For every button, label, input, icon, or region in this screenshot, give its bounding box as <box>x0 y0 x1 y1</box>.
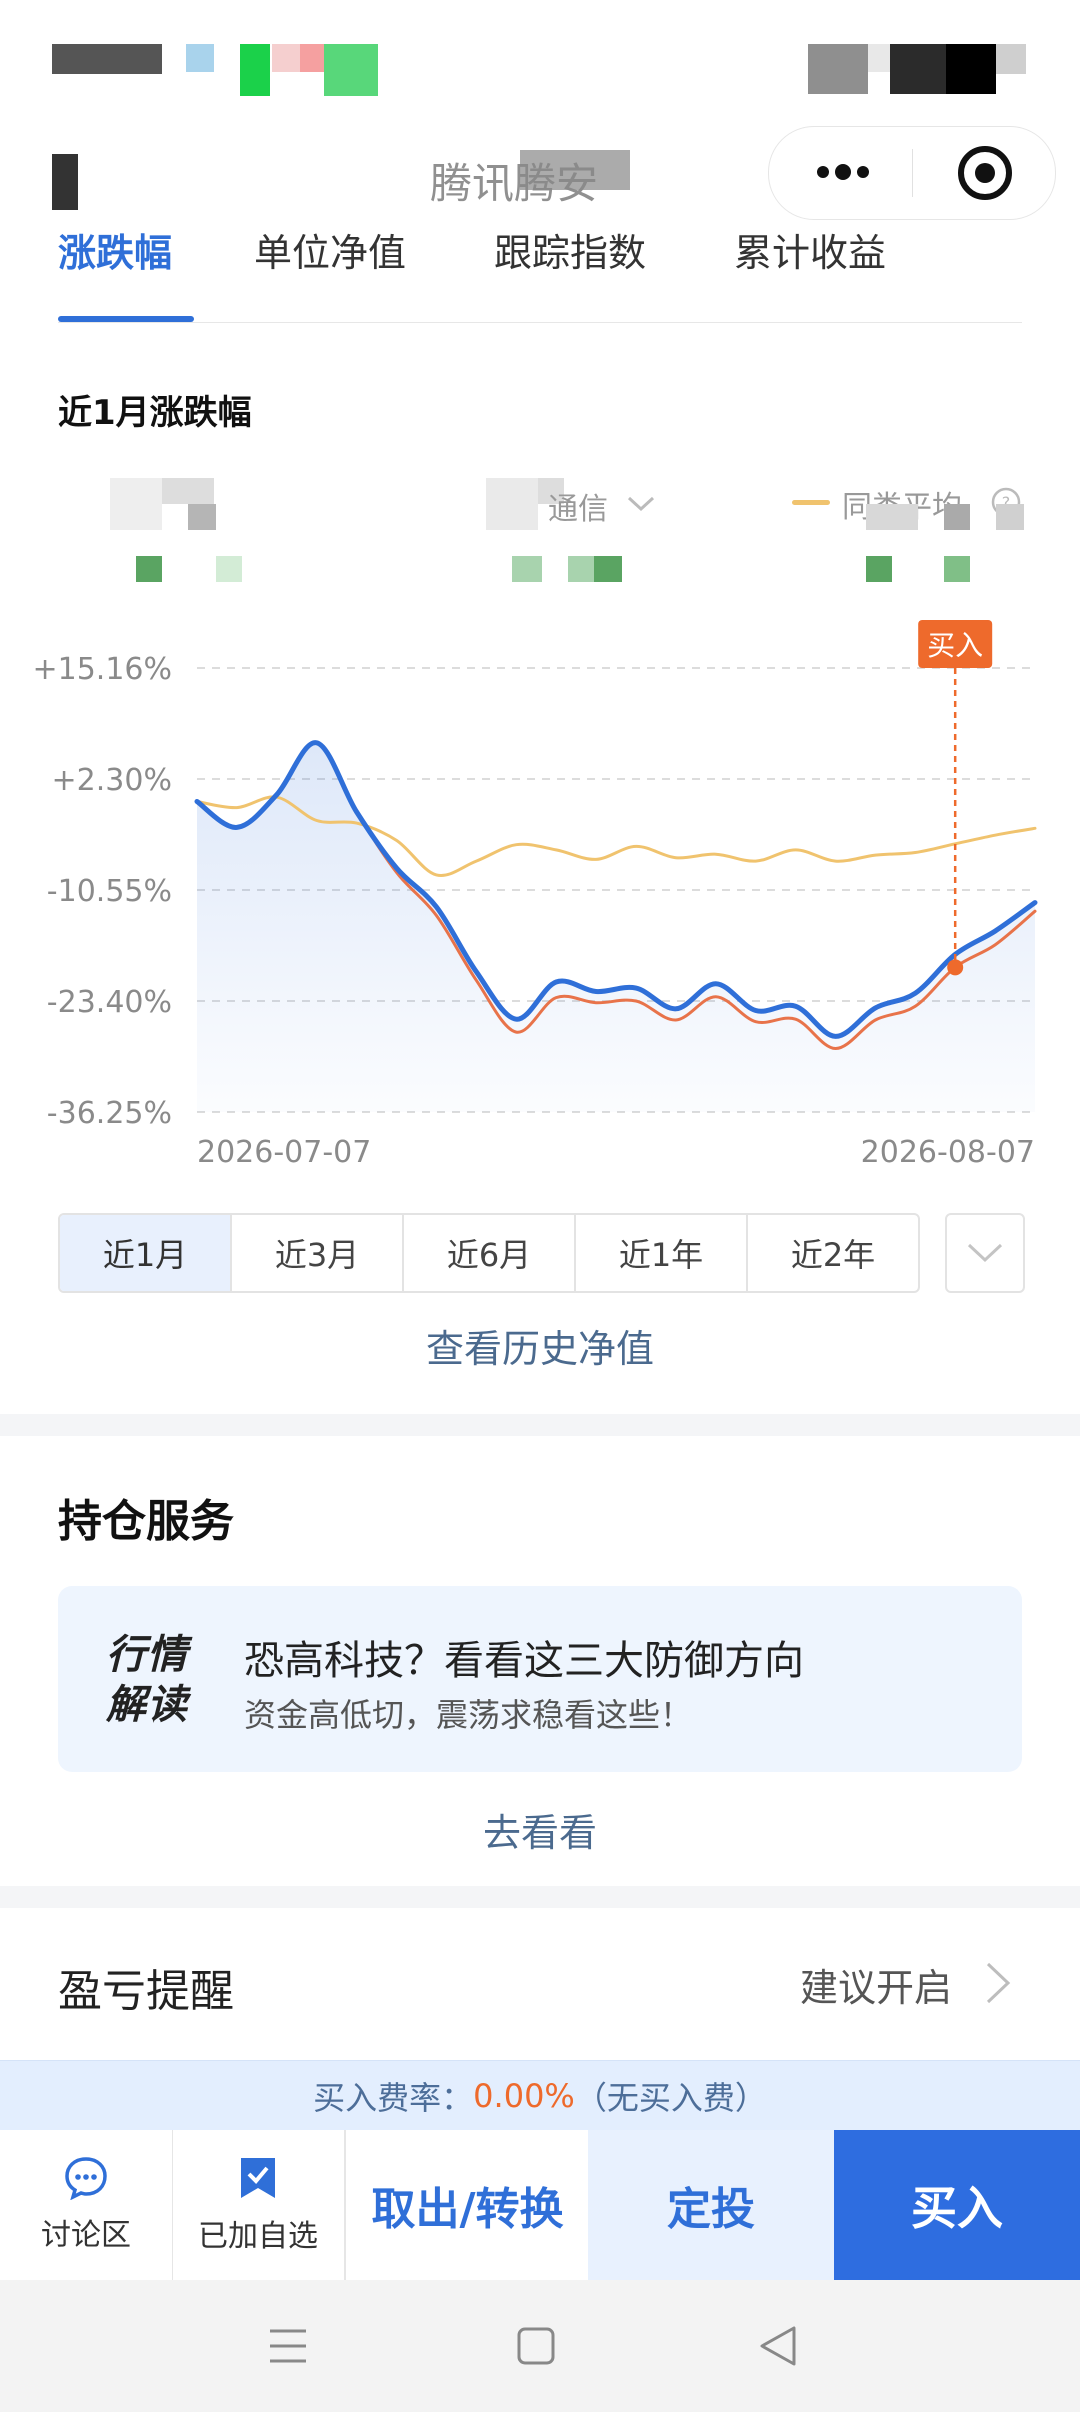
legend-blur <box>568 556 594 582</box>
watchlist-button[interactable]: 已加自选 <box>172 2130 345 2280</box>
chevron-down-icon <box>967 1243 1003 1263</box>
legend-blur <box>866 504 918 530</box>
system-nav-bar <box>0 2280 1080 2412</box>
capsule-divider <box>912 149 913 197</box>
discuss-label: 讨论区 <box>41 2218 131 2253</box>
legend-blur <box>594 556 622 582</box>
status-icon-blur <box>300 44 324 72</box>
status-battery-blur <box>996 44 1026 74</box>
discuss-button[interactable]: 讨论区 <box>0 2130 173 2280</box>
legend-blur <box>136 556 162 582</box>
profit-alert-value[interactable]: 建议开启 <box>800 1957 952 2012</box>
chart-title: 近1月涨跌幅 <box>58 393 252 433</box>
legend-swatch-average <box>792 500 830 505</box>
legend-blur <box>162 478 214 504</box>
period-6m[interactable]: 近6月 <box>404 1215 576 1291</box>
watchlist-label: 已加自选 <box>198 2219 318 2254</box>
y-tick-label: +15.16% <box>32 652 172 687</box>
period-2y[interactable]: 近2年 <box>748 1215 918 1291</box>
status-battery-blur <box>808 44 868 94</box>
auto-invest-button[interactable]: 定投 <box>588 2130 834 2280</box>
tab-tracking-index[interactable]: 跟踪指数 <box>494 222 646 277</box>
status-battery-blur <box>868 44 890 72</box>
back-icon[interactable] <box>52 154 78 210</box>
tab-change[interactable]: 涨跌幅 <box>58 222 172 277</box>
tab-cumulative-return[interactable]: 累计收益 <box>734 222 886 277</box>
y-tick-label: -23.40% <box>47 985 172 1020</box>
status-battery-blur <box>890 44 946 94</box>
more-periods-button[interactable] <box>945 1213 1025 1293</box>
legend-blur <box>486 478 538 530</box>
back-triangle-icon[interactable] <box>758 2324 798 2368</box>
y-tick-label: -10.55% <box>47 874 172 909</box>
promo-title: 恐高科技？看看这三大防御方向 <box>244 1638 804 1684</box>
legend-series-middle: 通信 <box>548 492 608 527</box>
buy-fee-bar: 买入费率： 0.00% （无买入费） <box>0 2060 1080 2131</box>
y-tick-label: -36.25% <box>47 1096 172 1131</box>
fee-prefix: 买入费率： <box>313 2079 474 2117</box>
legend-blur <box>512 556 542 582</box>
bookmark-check-icon <box>241 2158 275 2198</box>
legend-blur <box>944 504 970 530</box>
buy-marker-label: 买入 <box>927 629 983 662</box>
legend-blur <box>110 478 162 530</box>
legend-blur <box>216 556 242 582</box>
profit-alert-title[interactable]: 盈亏提醒 <box>58 1955 234 2019</box>
status-icon-blur <box>240 44 270 96</box>
legend-blur <box>866 556 892 582</box>
buy-marker-point[interactable] <box>947 959 964 976</box>
performance-chart[interactable]: +15.16% +2.30% -10.55% -23.40% -36.25% 买入 20… <box>0 610 1080 1170</box>
chevron-down-icon[interactable] <box>626 494 656 514</box>
period-selector: 近1月 近3月 近6月 近1年 近2年 <box>58 1213 920 1293</box>
x-tick-label: 2026-07-07 <box>197 1135 371 1170</box>
status-icon-blur <box>272 44 300 72</box>
fee-rate: 0.00% <box>473 2077 575 2115</box>
fee-suffix: （无买入费） <box>574 2079 767 2117</box>
go-see-link[interactable]: 去看看 <box>0 1802 1080 1857</box>
status-battery-blur <box>946 44 996 94</box>
period-3m[interactable]: 近3月 <box>232 1215 404 1291</box>
tab-unit-nav[interactable]: 单位净值 <box>254 222 406 277</box>
promo-subtitle: 资金高低切，震荡求稳看这些！ <box>244 1696 693 1734</box>
view-history-nav-link[interactable]: 查看历史净值 <box>0 1318 1080 1373</box>
chevron-right-icon[interactable] <box>982 1958 1016 2008</box>
close-miniprogram-icon[interactable] <box>953 141 1017 205</box>
section-gap <box>0 1414 1080 1436</box>
legend-blur <box>996 504 1024 530</box>
capsule-menu <box>768 126 1056 220</box>
y-tick-label: +2.30% <box>52 763 172 798</box>
chat-bubble-icon <box>65 2157 107 2200</box>
title-blur <box>520 150 630 190</box>
redeem-convert-button[interactable]: 取出/转换 <box>345 2130 589 2280</box>
more-icon[interactable] <box>815 157 871 187</box>
home-icon[interactable] <box>516 2326 556 2366</box>
market-insight-badge: 行情解读 <box>106 1632 188 1728</box>
x-tick-label: 2026-08-07 <box>861 1135 1035 1170</box>
legend-blur <box>188 504 216 530</box>
status-bar <box>0 0 1080 130</box>
legend-blur <box>944 556 970 582</box>
status-icon-blur <box>324 44 378 96</box>
tab-divider <box>58 322 1022 323</box>
period-1y[interactable]: 近1年 <box>576 1215 748 1291</box>
status-icon-blur <box>186 44 214 72</box>
buy-button[interactable]: 买入 <box>834 2130 1080 2280</box>
section-title-holding: 持仓服务 <box>58 1496 234 1547</box>
chart-area-fill <box>197 742 1035 1112</box>
menu-icon[interactable] <box>268 2328 308 2364</box>
section-gap <box>0 1886 1080 1908</box>
period-1m[interactable]: 近1月 <box>60 1215 232 1291</box>
status-time-blur <box>52 44 162 74</box>
